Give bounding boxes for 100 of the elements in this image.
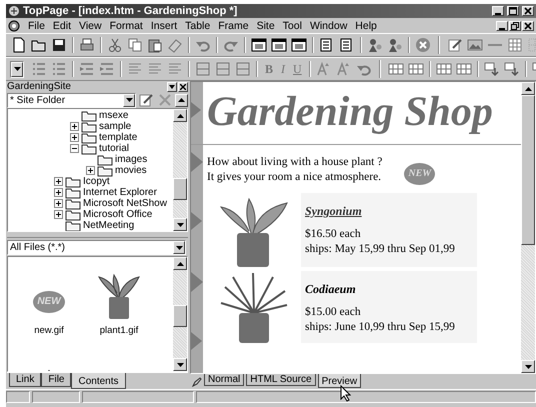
potted-plant-drawing[interactable] (97, 271, 141, 319)
up-arrow-icon[interactable] (524, 86, 532, 90)
expand-toggle[interactable] (70, 122, 79, 131)
folder-icon (81, 142, 97, 154)
cell-arrow-icon[interactable] (504, 61, 520, 77)
table-cells-icon[interactable] (408, 61, 424, 77)
menu-item[interactable]: Tool (278, 20, 306, 32)
folder-icon (81, 120, 97, 132)
file-filter-dropdown[interactable]: All Files (*.*) (7, 240, 186, 255)
expand-toggle[interactable] (54, 210, 63, 219)
product-price: $16.50 each (305, 227, 362, 242)
indent-icon[interactable] (79, 61, 95, 77)
dropdown-arrow-icon[interactable] (176, 246, 182, 250)
up-arrow-icon[interactable] (176, 114, 184, 118)
scrollbar[interactable] (521, 82, 535, 374)
document-icon[interactable] (8, 20, 20, 32)
menu-item[interactable]: File (24, 20, 49, 32)
people-icon[interactable] (387, 37, 403, 53)
tree-item[interactable]: tutorial (99, 143, 130, 154)
cell-arrow-icon[interactable] (484, 61, 500, 77)
menu-item[interactable]: Table (181, 20, 214, 32)
product-link[interactable]: Syngonium (305, 203, 362, 219)
table-cells-icon[interactable] (388, 61, 404, 77)
tree-item[interactable]: movies (115, 165, 147, 176)
view-tab[interactable]: Normal (204, 374, 244, 386)
pen-icon (192, 377, 202, 388)
scroll-up-button[interactable] (175, 94, 188, 106)
tree-item[interactable]: images (115, 154, 148, 165)
window-icon[interactable] (291, 37, 307, 53)
tree-item[interactable]: Icopyt (83, 176, 110, 187)
box-icon[interactable] (195, 61, 211, 77)
menu-item[interactable]: Insert (146, 20, 182, 32)
menu-item[interactable]: Window (306, 20, 352, 32)
page-heading: Gardening Shop (207, 88, 494, 136)
site-folder-dropdown[interactable]: * Site Folder (7, 92, 136, 108)
edit-icon[interactable] (447, 37, 463, 53)
menu-item[interactable]: View (75, 20, 106, 32)
view-tab[interactable]: HTML Source (246, 374, 316, 386)
printer-icon[interactable] (79, 37, 95, 53)
expand-toggle[interactable] (86, 166, 95, 175)
scroll-thumb[interactable] (173, 178, 187, 200)
box-icon[interactable] (235, 61, 251, 77)
table-cells-icon[interactable] (456, 61, 472, 77)
image-icon[interactable] (467, 37, 483, 53)
expand-toggle[interactable] (70, 144, 79, 153)
window-icon[interactable] (251, 37, 267, 53)
box-icon[interactable] (215, 61, 231, 77)
scroll-thumb[interactable] (173, 305, 187, 327)
panel-tab[interactable]: File (41, 373, 72, 387)
tree-item[interactable]: Microsoft NetShow (83, 198, 167, 209)
table-icon[interactable] (507, 37, 523, 53)
outdent-icon[interactable] (99, 61, 115, 77)
expand-toggle[interactable] (70, 133, 79, 142)
new-badge: NEW (404, 163, 436, 185)
scroll-thumb[interactable] (521, 95, 535, 245)
file-name: new.gif (34, 325, 64, 336)
folder-icon (65, 186, 81, 198)
menu-item[interactable]: Help (351, 20, 381, 32)
scrollbar[interactable] (173, 257, 187, 371)
tree-item[interactable]: NetMeeting (83, 220, 134, 231)
table-cells-icon[interactable] (436, 61, 452, 77)
tree-item[interactable]: msexe (99, 110, 128, 121)
dropdown-arrow-icon[interactable] (14, 67, 20, 71)
dropdown-arrow-icon[interactable] (126, 98, 133, 102)
new-document-icon[interactable] (11, 37, 27, 53)
window-title: TopPage - [index.htm - GardeningShop *] (23, 5, 238, 17)
panel-tab[interactable]: Contents (71, 373, 126, 389)
window-icon[interactable] (271, 37, 287, 53)
tree-item[interactable]: sample (99, 121, 132, 132)
expand-toggle[interactable] (54, 188, 63, 197)
panel-tab[interactable]: Link (9, 373, 42, 387)
shipping-dates: ships: June 10,99 thru Sep 15,99 (305, 320, 456, 335)
expand-toggle[interactable] (54, 177, 63, 186)
intro-text: How about living with a house plant ? (207, 155, 382, 170)
scissors-icon[interactable] (107, 37, 123, 53)
tree-item[interactable]: Microsoft Office (83, 209, 152, 220)
tree-item[interactable]: Internet Explorer (83, 187, 157, 198)
menu-item[interactable]: Frame (214, 20, 253, 32)
down-arrow-icon[interactable] (524, 364, 532, 369)
people-icon[interactable] (367, 37, 383, 53)
menu-item[interactable]: Format (106, 20, 147, 32)
menu-item[interactable]: Site (252, 20, 279, 32)
up-arrow-icon[interactable] (176, 262, 184, 266)
scrollbar[interactable] (173, 109, 187, 231)
stop-icon[interactable] (415, 37, 431, 53)
down-arrow-icon[interactable] (176, 362, 184, 366)
menu-item[interactable]: Edit (48, 20, 76, 32)
edit-icon[interactable] (138, 92, 154, 108)
paste-icon[interactable] (147, 37, 163, 53)
file-name: plant1.gif (100, 325, 138, 336)
potted-plant-drawing (219, 273, 289, 343)
product-price: $15.00 each (305, 305, 362, 320)
font-dropdown[interactable] (10, 60, 24, 78)
tree-item[interactable]: template (99, 132, 138, 143)
expand-toggle[interactable] (54, 199, 63, 208)
copy-icon[interactable] (127, 37, 143, 53)
view-tab[interactable]: Preview (318, 374, 362, 388)
down-arrow-icon[interactable] (176, 222, 184, 226)
up-arrow-icon[interactable] (178, 98, 186, 102)
folder-icon (65, 198, 81, 210)
